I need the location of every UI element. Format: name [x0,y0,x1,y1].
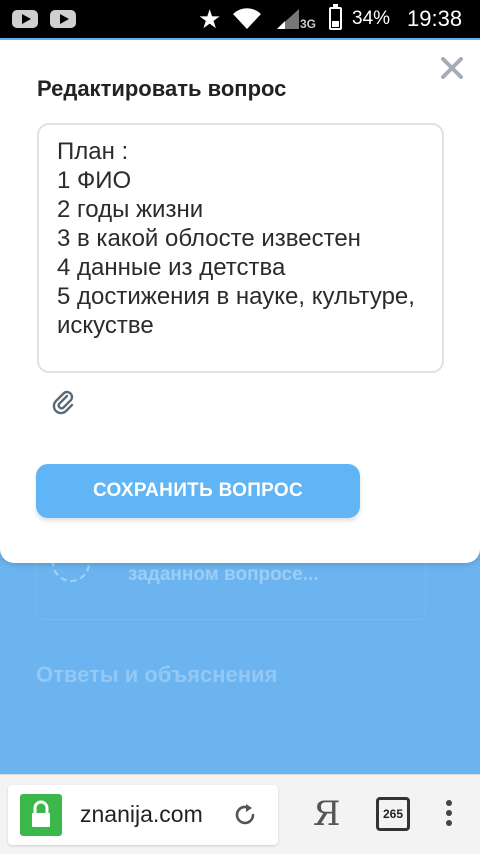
answers-heading: Ответы и объяснения [36,662,278,687]
paperclip-icon[interactable] [50,388,78,416]
address-bar[interactable]: znanija.com [8,785,278,845]
question-textarea[interactable]: План : 1 ФИО 2 годы жизни 3 в какой обло… [37,123,444,373]
lock-icon [20,794,62,836]
battery-percent: 34% [352,8,391,29]
edit-question-dialog: Редактировать вопрос План : 1 ФИО 2 годы… [0,40,480,563]
reload-icon[interactable] [230,800,260,830]
tabs-count-button[interactable]: 265 [376,797,410,831]
close-icon[interactable] [436,52,468,84]
save-question-button[interactable]: СОХРАНИТЬ ВОПРОС [36,464,360,518]
battery-icon [329,4,342,30]
signal-icon [276,8,300,35]
yandex-icon[interactable]: Я [313,794,340,834]
wifi-icon [232,8,262,35]
clock: 19:38 [407,6,463,31]
star-icon: ★ [198,4,222,34]
status-bar: ★ 3G 34% 19:38 [0,0,480,38]
dialog-title: Редактировать вопрос [37,76,287,101]
more-menu-icon[interactable] [444,800,454,830]
network-type: 3G [300,17,317,31]
youtube-icon [12,10,38,28]
youtube-icon [50,10,76,28]
url-text[interactable]: znanija.com [80,801,220,828]
